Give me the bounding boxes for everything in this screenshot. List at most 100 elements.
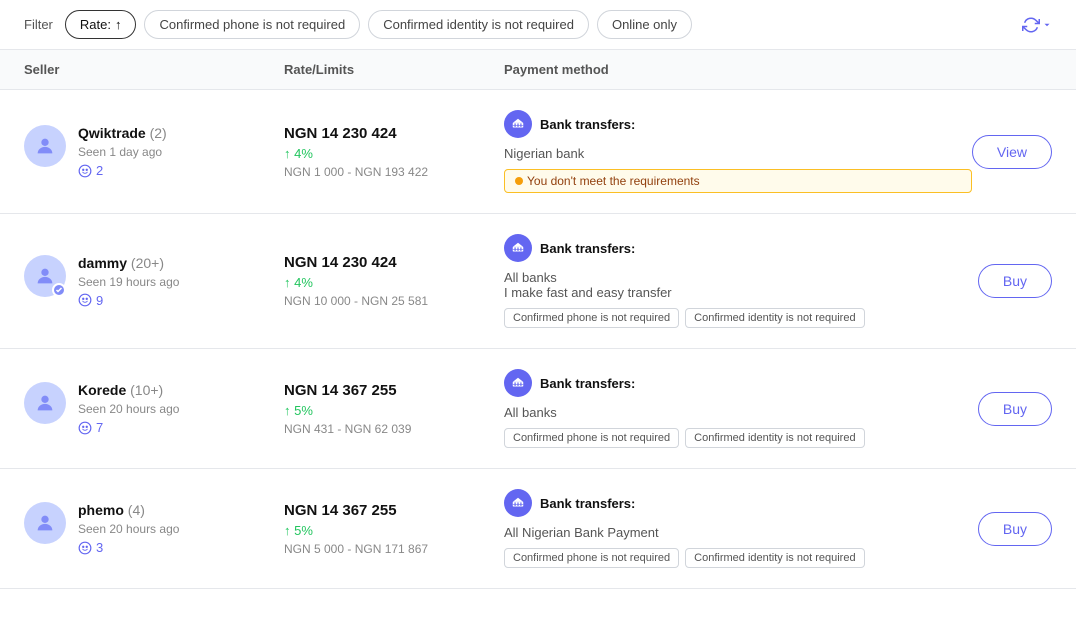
rate-pct: ↑ 5%	[284, 523, 504, 538]
warning-text: You don't meet the requirements	[527, 174, 700, 188]
rate-cell: NGN 14 230 424 ↑ 4% NGN 1 000 - NGN 193 …	[284, 125, 504, 179]
rate-label: Rate:	[80, 17, 111, 32]
filter-tag-phone[interactable]: Confirmed phone is not required	[144, 10, 360, 39]
seller-cell: phemo (4) Seen 20 hours ago 3	[24, 502, 284, 555]
payment-cell: Bank transfers: All banks Confirmed phon…	[504, 369, 978, 448]
payment-cell: Bank transfers: Nigerian bank You don't …	[504, 110, 972, 193]
req-tag: Confirmed phone is not required	[504, 548, 679, 568]
payment-sub: All banksI make fast and easy transfer	[504, 270, 978, 300]
rate-cell: NGN 14 230 424 ↑ 4% NGN 10 000 - NGN 25 …	[284, 254, 504, 308]
table-row: phemo (4) Seen 20 hours ago 3 NGN 14 367…	[0, 469, 1076, 589]
req-tag: Confirmed identity is not required	[685, 428, 864, 448]
buy-button[interactable]: Buy	[978, 512, 1052, 546]
rate-range: NGN 5 000 - NGN 171 867	[284, 542, 504, 556]
payment-label: Bank transfers:	[540, 496, 635, 511]
req-tag: Confirmed identity is not required	[685, 548, 864, 568]
smile-icon	[78, 421, 92, 435]
rate-range: NGN 431 - NGN 62 039	[284, 422, 504, 436]
seller-cell: dammy (20+) Seen 19 hours ago 9	[24, 255, 284, 308]
filter-label: Filter	[24, 17, 53, 32]
seller-info: Korede (10+) Seen 20 hours ago 7	[78, 382, 179, 435]
filter-bar: Filter Rate: ↑ Confirmed phone is not re…	[0, 0, 1076, 50]
buy-button[interactable]: Buy	[978, 264, 1052, 298]
user-icon	[34, 392, 56, 414]
smile-icon	[78, 293, 92, 307]
bank-icon	[511, 241, 525, 255]
payment-cell: Bank transfers: All banksI make fast and…	[504, 234, 978, 328]
payment-sub: Nigerian bank	[504, 146, 972, 161]
payment-action-cell: Bank transfers: All banks Confirmed phon…	[504, 369, 1052, 448]
filter-tag-identity[interactable]: Confirmed identity is not required	[368, 10, 589, 39]
rate-range: NGN 1 000 - NGN 193 422	[284, 165, 504, 179]
col-payment: Payment method	[504, 62, 1052, 77]
refresh-icon	[1022, 16, 1040, 34]
view-button[interactable]: View	[972, 135, 1052, 169]
rate-value: NGN 14 367 255	[284, 502, 504, 519]
rate-sort-button[interactable]: Rate: ↑	[65, 10, 137, 39]
col-seller: Seller	[24, 62, 284, 77]
payment-icon	[504, 234, 532, 262]
payment-method-row: Bank transfers:	[504, 369, 978, 397]
rate-pct: ↑ 4%	[284, 146, 504, 161]
table-row: Qwiktrade (2) Seen 1 day ago 2 NGN 14 23…	[0, 90, 1076, 214]
rate-arrow: ↑	[115, 17, 122, 32]
payment-label: Bank transfers:	[540, 376, 635, 391]
action-cell: Buy	[978, 264, 1052, 298]
avatar-wrap	[24, 502, 66, 544]
seller-name: dammy (20+)	[78, 255, 179, 271]
seen-text: Seen 20 hours ago	[78, 402, 179, 416]
payment-icon	[504, 110, 532, 138]
feedback-count: 2	[96, 163, 103, 178]
rate-pct: ↑ 4%	[284, 275, 504, 290]
smile-icon	[78, 164, 92, 178]
action-cell: Buy	[978, 392, 1052, 426]
req-tags: Confirmed phone is not required Confirmed…	[504, 548, 978, 568]
user-icon	[34, 512, 56, 534]
rate-value: NGN 14 230 424	[284, 254, 504, 271]
seller-info: phemo (4) Seen 20 hours ago 3	[78, 502, 179, 555]
verified-badge	[52, 283, 66, 297]
avatar-wrap	[24, 382, 66, 424]
payment-label: Bank transfers:	[540, 117, 635, 132]
req-tags: Confirmed phone is not required Confirmed…	[504, 428, 978, 448]
rate-cell: NGN 14 367 255 ↑ 5% NGN 5 000 - NGN 171 …	[284, 502, 504, 556]
chevron-down-icon	[1042, 20, 1052, 30]
seen-text: Seen 19 hours ago	[78, 275, 179, 289]
payment-cell: Bank transfers: All Nigerian Bank Paymen…	[504, 489, 978, 568]
warning-dot	[515, 177, 523, 185]
feedback: 3	[78, 540, 179, 555]
payment-action-cell: Bank transfers: All banksI make fast and…	[504, 234, 1052, 328]
table-header: Seller Rate/Limits Payment method	[0, 50, 1076, 90]
filter-tag-online[interactable]: Online only	[597, 10, 692, 39]
payment-action-cell: Bank transfers: All Nigerian Bank Paymen…	[504, 489, 1052, 568]
req-tag: Confirmed phone is not required	[504, 308, 679, 328]
feedback: 7	[78, 420, 179, 435]
req-tag: Confirmed phone is not required	[504, 428, 679, 448]
payment-method-row: Bank transfers:	[504, 489, 978, 517]
payment-method-row: Bank transfers:	[504, 234, 978, 262]
offers-list: Qwiktrade (2) Seen 1 day ago 2 NGN 14 23…	[0, 90, 1076, 589]
rate-range: NGN 10 000 - NGN 25 581	[284, 294, 504, 308]
feedback-count: 9	[96, 293, 103, 308]
feedback: 2	[78, 163, 167, 178]
rate-value: NGN 14 230 424	[284, 125, 504, 142]
seller-name: phemo (4)	[78, 502, 179, 518]
payment-method-row: Bank transfers:	[504, 110, 972, 138]
payment-sub: All banks	[504, 405, 978, 420]
buy-button[interactable]: Buy	[978, 392, 1052, 426]
feedback-count: 3	[96, 540, 103, 555]
payment-icon	[504, 369, 532, 397]
seller-info: Qwiktrade (2) Seen 1 day ago 2	[78, 125, 167, 178]
req-tag: Confirmed identity is not required	[685, 308, 864, 328]
payment-icon	[504, 489, 532, 517]
payment-action-cell: Bank transfers: Nigerian bank You don't …	[504, 110, 1052, 193]
req-tags: Confirmed phone is not required Confirmed…	[504, 308, 978, 328]
col-rate: Rate/Limits	[284, 62, 504, 77]
feedback-count: 7	[96, 420, 103, 435]
table-row: Korede (10+) Seen 20 hours ago 7 NGN 14 …	[0, 349, 1076, 469]
avatar	[24, 502, 66, 544]
refresh-button[interactable]	[1022, 16, 1052, 34]
rate-value: NGN 14 367 255	[284, 382, 504, 399]
seller-count: (20+)	[131, 255, 164, 271]
table-row: dammy (20+) Seen 19 hours ago 9 NGN 14 2…	[0, 214, 1076, 349]
